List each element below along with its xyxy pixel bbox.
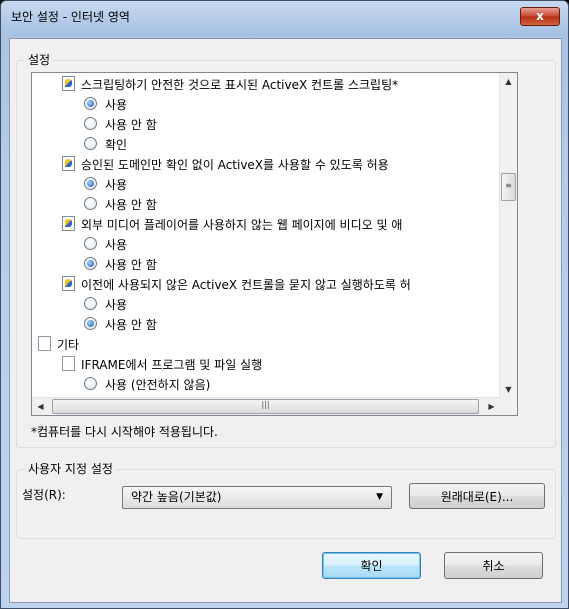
radio-unselected-icon[interactable] [84, 237, 97, 250]
row-label: 사용 안 함 [105, 258, 157, 272]
row-label: 이전에 사용되지 않은 ActiveX 컨트롤을 묻지 않고 실행하도록 허 [81, 278, 411, 292]
scroll-left-arrow-icon[interactable]: ◀ [32, 398, 49, 415]
radio-option[interactable]: 사용 [84, 235, 127, 255]
settings-group: 설정 스크립팅하기 안전한 것으로 표시된 ActiveX 컨트롤 스크립팅* 사… [16, 53, 556, 448]
radio-selected-icon[interactable] [84, 97, 97, 110]
close-icon: x [536, 9, 544, 23]
page-icon [38, 336, 51, 351]
radio-option[interactable]: 사용 [84, 95, 127, 115]
row-label: 사용 안 함 [105, 118, 157, 132]
setting-item: 승인된 도메인만 확인 없이 ActiveX를 사용할 수 있도록 허용 [62, 155, 389, 175]
row-label: IFRAME에서 프로그램 및 파일 실행 [81, 358, 263, 372]
radio-option[interactable]: 사용 (안전하지 않음) [84, 375, 210, 395]
row-label: 기타 [57, 338, 80, 352]
title-bar[interactable]: 보안 설정 - 인터넷 영역 x [1, 1, 568, 31]
category-item: 기타 [38, 335, 79, 355]
reset-button[interactable]: 원래대로(E)... [409, 483, 545, 509]
radio-option[interactable]: 사용 안 함 [84, 255, 157, 275]
settings-tree-items: 스크립팅하기 안전한 것으로 표시된 ActiveX 컨트롤 스크립팅* 사용 사용… [32, 73, 500, 398]
radio-option[interactable]: 사용 안 함 [84, 315, 157, 335]
radio-unselected-icon[interactable] [84, 377, 97, 390]
horizontal-scroll-thumb[interactable]: ||| [52, 399, 479, 414]
radio-option[interactable]: 사용 [84, 295, 127, 315]
dialog-body: 설정 스크립팅하기 안전한 것으로 표시된 ActiveX 컨트롤 스크립팅* 사… [9, 38, 562, 603]
radio-option[interactable]: 확인 [84, 135, 127, 155]
row-label: 사용 안 함 [105, 318, 157, 332]
vertical-scroll-thumb[interactable]: ≡ [501, 173, 516, 201]
row-label: 확인 [105, 138, 128, 152]
setting-icon [62, 156, 75, 171]
dropdown-arrow-icon: ▼ [376, 492, 383, 502]
setting-icon [62, 216, 75, 231]
ok-button[interactable]: 확인 [322, 552, 421, 579]
row-label: 외부 미디어 플레이어를 사용하지 않는 웹 페이지에 비디오 및 애 [81, 218, 403, 232]
settings-group-label: 설정 [25, 53, 54, 67]
radio-unselected-icon[interactable] [84, 197, 97, 210]
page-icon [62, 356, 75, 371]
radio-option[interactable]: 사용 [84, 175, 127, 195]
row-label: 사용 [105, 178, 128, 192]
settings-tree[interactable]: 스크립팅하기 안전한 것으로 표시된 ActiveX 컨트롤 스크립팅* 사용 사용… [31, 72, 518, 416]
vertical-scrollbar[interactable]: ▲ ≡ ▼ [499, 73, 517, 398]
radio-selected-icon[interactable] [84, 317, 97, 330]
horizontal-scrollbar[interactable]: ◀ ||| ▶ [32, 397, 500, 415]
security-settings-dialog: 보안 설정 - 인터넷 영역 x 설정 스크립팅하기 안전한 것으로 표시된 A… [0, 0, 569, 609]
row-label: 사용 [105, 98, 128, 112]
radio-unselected-icon[interactable] [84, 297, 97, 310]
setting-item: 이전에 사용되지 않은 ActiveX 컨트롤을 묻지 않고 실행하도록 허 [62, 275, 411, 295]
radio-option[interactable]: 사용 안 함 [84, 195, 157, 215]
setting-icon [62, 276, 75, 291]
radio-unselected-icon[interactable] [84, 117, 97, 130]
scroll-down-arrow-icon[interactable]: ▼ [500, 381, 517, 398]
security-level-dropdown[interactable]: 약간 높음(기본값) ▼ [122, 486, 392, 509]
setting-item: 스크립팅하기 안전한 것으로 표시된 ActiveX 컨트롤 스크립팅* [62, 75, 398, 95]
security-level-value: 약간 높음(기본값) [131, 490, 222, 504]
scroll-up-arrow-icon[interactable]: ▲ [500, 73, 517, 90]
radio-option[interactable]: 사용 안 함 [84, 115, 157, 135]
scroll-right-arrow-icon[interactable]: ▶ [483, 398, 500, 415]
setting-item: 외부 미디어 플레이어를 사용하지 않는 웹 페이지에 비디오 및 애 [62, 215, 402, 235]
radio-selected-icon[interactable] [84, 177, 97, 190]
radio-unselected-icon[interactable] [84, 137, 97, 150]
scrollbar-corner [500, 398, 517, 415]
row-label: 사용 안 함 [105, 198, 157, 212]
row-label: 사용 [105, 238, 128, 252]
window-title: 보안 설정 - 인터넷 영역 [11, 10, 130, 24]
category-item: IFRAME에서 프로그램 및 파일 실행 [62, 355, 262, 375]
radio-selected-icon[interactable] [84, 257, 97, 270]
row-label: 승인된 도메인만 확인 없이 ActiveX를 사용할 수 있도록 허용 [81, 158, 389, 172]
custom-settings-group-label: 사용자 지정 설정 [25, 462, 116, 476]
close-button[interactable]: x [520, 7, 560, 26]
row-label: 사용 (안전하지 않음) [105, 378, 211, 392]
row-label: 사용 [105, 298, 128, 312]
cancel-button[interactable]: 취소 [444, 552, 543, 579]
restart-note: *컴퓨터를 다시 시작해야 적용됩니다. [31, 425, 218, 439]
row-label: 스크립팅하기 안전한 것으로 표시된 ActiveX 컨트롤 스크립팅* [81, 78, 399, 92]
reset-to-label: 설정(R): [22, 488, 66, 502]
setting-icon [62, 76, 75, 91]
